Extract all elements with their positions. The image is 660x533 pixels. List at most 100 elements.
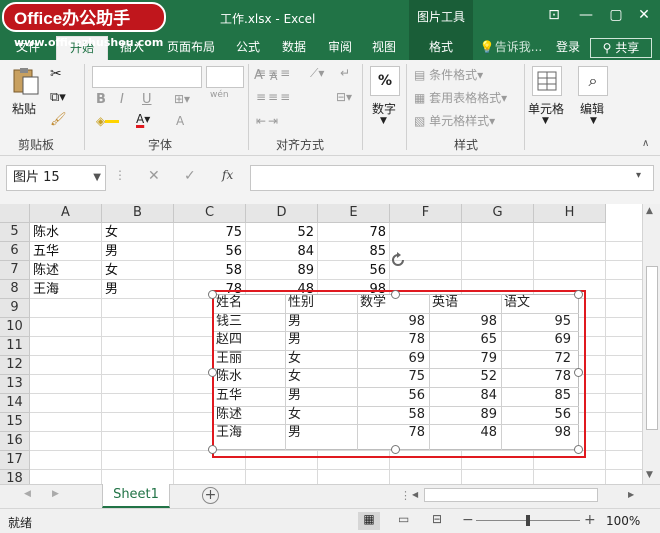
font-name-combo[interactable]	[92, 66, 202, 88]
scroll-sheets-left-icon[interactable]: ◀	[24, 489, 31, 499]
tab-format[interactable]: 格式	[409, 36, 473, 60]
cell[interactable]: 52	[246, 223, 318, 242]
select-all-button[interactable]	[0, 204, 30, 223]
scroll-up-icon[interactable]: ▲	[646, 206, 653, 216]
cells-button[interactable]	[532, 66, 562, 96]
resize-handle[interactable]	[208, 290, 217, 299]
row-header-9[interactable]: 9	[0, 299, 30, 318]
cell[interactable]: 84	[246, 242, 318, 261]
cell-styles-button[interactable]: ▧ 单元格样式▾	[414, 112, 495, 129]
wrap-text-button[interactable]: ↵	[340, 66, 350, 80]
paste-button[interactable]	[10, 66, 42, 96]
name-box[interactable]: 图片 15 ▼	[6, 165, 106, 191]
tab-page-layout[interactable]: 页面布局	[160, 36, 222, 60]
zoom-out-button[interactable]: −	[462, 512, 474, 528]
cell[interactable]: 78	[318, 223, 390, 242]
font-format-button[interactable]: A	[176, 114, 184, 128]
merge-center-button[interactable]: ⊟▾	[336, 90, 352, 104]
cell[interactable]: 女	[102, 261, 174, 280]
zoom-level[interactable]: 100%	[606, 514, 640, 528]
cell[interactable]: 75	[174, 223, 246, 242]
resize-handle[interactable]	[574, 445, 583, 454]
resize-handle[interactable]	[574, 290, 583, 299]
ribbon-display-options-button[interactable]: ⊡	[538, 0, 570, 30]
column-header-g[interactable]: G	[462, 204, 534, 223]
row-header-8[interactable]: 8	[0, 280, 30, 299]
vertical-scrollbar[interactable]: ▲ ▼	[642, 204, 660, 484]
collapse-ribbon-icon[interactable]: ∧	[642, 138, 649, 149]
cell[interactable]: 陈述	[30, 261, 102, 280]
vertical-scroll-thumb[interactable]	[646, 266, 658, 430]
horizontal-scroll-thumb[interactable]	[424, 488, 598, 502]
close-button[interactable]: ✕	[628, 0, 660, 30]
row-header-14[interactable]: 14	[0, 394, 30, 413]
cell[interactable]: 女	[102, 223, 174, 242]
cell[interactable]: 男	[102, 242, 174, 261]
column-header-d[interactable]: D	[246, 204, 318, 223]
column-header-c[interactable]: C	[174, 204, 246, 223]
cell[interactable]: 五华	[30, 242, 102, 261]
new-sheet-button[interactable]: +	[202, 487, 219, 504]
resize-handle[interactable]	[391, 445, 400, 454]
column-header-e[interactable]: E	[318, 204, 390, 223]
row-header-5[interactable]: 5	[0, 223, 30, 242]
normal-view-button[interactable]: ▦	[358, 512, 380, 530]
scroll-right-icon[interactable]: ▶	[628, 490, 634, 499]
row-header-18[interactable]: 18	[0, 470, 30, 484]
tab-formulas[interactable]: 公式	[228, 36, 268, 60]
column-header-h[interactable]: H	[534, 204, 606, 223]
bold-button[interactable]: B	[96, 92, 106, 107]
indent-buttons[interactable]: ⇤⇥	[256, 114, 280, 128]
insert-function-button[interactable]: fx	[222, 168, 233, 182]
share-button[interactable]: ⚲ 共享	[590, 38, 652, 58]
row-header-6[interactable]: 6	[0, 242, 30, 261]
row-header-11[interactable]: 11	[0, 337, 30, 356]
tab-view[interactable]: 视图	[364, 36, 404, 60]
cell[interactable]: 56	[318, 261, 390, 280]
expand-formula-bar-icon[interactable]: ▾	[636, 170, 641, 181]
scroll-sheets-right-icon[interactable]: ▶	[52, 489, 59, 499]
row-header-13[interactable]: 13	[0, 375, 30, 394]
cell[interactable]: 85	[318, 242, 390, 261]
rotate-handle[interactable]	[388, 250, 408, 270]
scroll-left-icon[interactable]: ◀	[412, 490, 418, 499]
column-header-a[interactable]: A	[30, 204, 102, 223]
row-header-16[interactable]: 16	[0, 432, 30, 451]
row-header-7[interactable]: 7	[0, 261, 30, 280]
underline-button[interactable]: U	[142, 92, 152, 107]
cell[interactable]: 89	[246, 261, 318, 280]
cancel-entry-button[interactable]: ✕	[148, 168, 160, 184]
zoom-in-button[interactable]: +	[584, 512, 596, 528]
vertical-align-buttons[interactable]: ≡≡≡	[256, 66, 292, 80]
tab-review[interactable]: 审阅	[320, 36, 360, 60]
row-header-12[interactable]: 12	[0, 356, 30, 375]
row-header-15[interactable]: 15	[0, 413, 30, 432]
conditional-formatting-button[interactable]: ▤ 条件格式▾	[414, 66, 483, 83]
sheet-tab-sheet1[interactable]: Sheet1	[102, 484, 170, 508]
tab-data[interactable]: 数据	[274, 36, 314, 60]
page-layout-view-button[interactable]: ▭	[398, 512, 409, 526]
tell-me-search[interactable]: 💡告诉我...	[478, 36, 544, 60]
borders-button[interactable]: ⊞▾	[174, 92, 190, 106]
cell[interactable]: 陈水	[30, 223, 102, 242]
number-format-button[interactable]: %	[370, 66, 400, 96]
format-as-table-button[interactable]: ▦ 套用表格格式▾	[414, 89, 507, 106]
resize-handle[interactable]	[208, 367, 217, 377]
editing-button[interactable]: ⌕	[578, 66, 608, 96]
column-header-b[interactable]: B	[102, 204, 174, 223]
resize-handle[interactable]	[208, 445, 217, 454]
resize-handle[interactable]	[574, 367, 583, 377]
row-header-10[interactable]: 10	[0, 318, 30, 337]
phonetic-guide-button[interactable]: wén	[210, 90, 229, 100]
copy-button[interactable]: ⧉▾	[50, 90, 78, 108]
cell[interactable]: 男	[102, 280, 174, 299]
italic-button[interactable]: I	[120, 92, 124, 107]
page-break-view-button[interactable]: ⊟	[432, 512, 442, 526]
minimize-button[interactable]: —	[570, 0, 602, 30]
scroll-down-icon[interactable]: ▼	[646, 470, 653, 480]
cut-button[interactable]: ✂	[50, 66, 68, 84]
login-link[interactable]: 登录	[552, 36, 584, 60]
formula-input[interactable]	[250, 165, 654, 191]
zoom-slider-thumb[interactable]	[526, 515, 530, 526]
tab-split-handle[interactable]: ⋮	[400, 489, 411, 502]
